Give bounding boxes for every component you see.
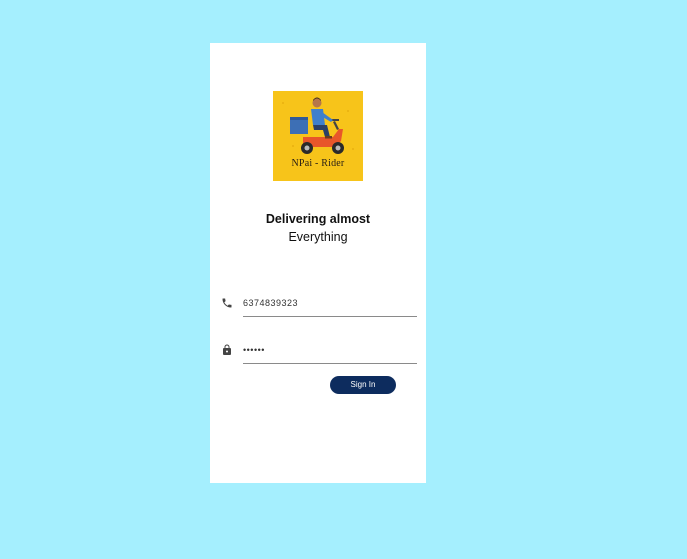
phone-field[interactable] xyxy=(243,296,417,317)
lock-icon xyxy=(221,343,233,355)
sign-in-button[interactable]: Sign In xyxy=(330,376,396,394)
phone-input[interactable] xyxy=(243,298,413,308)
password-input[interactable] xyxy=(243,345,413,355)
login-screen: NPai - Rider Delivering almost Everythin… xyxy=(210,43,426,483)
app-logo: NPai - Rider xyxy=(273,91,363,181)
password-field[interactable] xyxy=(243,343,417,364)
tagline-line-2: Everything xyxy=(288,230,348,244)
logo-text: NPai - Rider xyxy=(291,158,345,169)
phone-icon xyxy=(221,296,233,308)
tagline-line-1: Delivering almost xyxy=(265,212,371,226)
